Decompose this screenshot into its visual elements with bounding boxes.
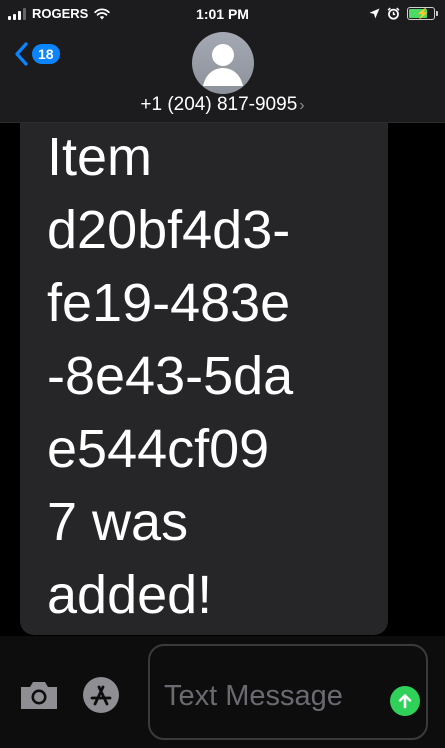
status-bar: ROGERS 1:01 PM ⚡ [0, 0, 445, 30]
location-icon [369, 8, 380, 19]
message-text: Item d20bf4d3- fe19-483e -8e43-5da e544c… [47, 127, 294, 625]
status-right: ⚡ [369, 7, 438, 20]
app-store-button[interactable] [80, 674, 122, 716]
camera-icon [21, 682, 57, 709]
send-arrow-icon [398, 694, 412, 709]
send-button[interactable] [390, 686, 420, 716]
contact-avatar[interactable] [192, 32, 254, 94]
chevron-right-icon: › [299, 97, 305, 114]
camera-button[interactable] [18, 678, 60, 712]
message-input-placeholder: Text Message [164, 680, 343, 712]
conversation-header: 18 +1 (204) 817-9095 › [0, 30, 445, 123]
messages-screen: ROGERS 1:01 PM ⚡ 18 +1 (204) 817-9095 › … [0, 0, 445, 748]
app-store-icon [83, 677, 119, 713]
input-bar: Text Message [0, 636, 445, 748]
contact-number: +1 (204) 817-9095 [140, 94, 298, 115]
unread-badge: 18 [32, 44, 60, 64]
message-list[interactable]: Item d20bf4d3- fe19-483e -8e43-5da e544c… [0, 123, 445, 636]
battery-icon: ⚡ [407, 7, 438, 20]
back-button[interactable]: 18 [14, 42, 60, 66]
alarm-icon [387, 7, 400, 20]
chevron-left-icon [15, 42, 28, 66]
avatar-icon [203, 44, 243, 86]
received-message-bubble[interactable]: Item d20bf4d3- fe19-483e -8e43-5da e544c… [20, 123, 388, 635]
message-input[interactable]: Text Message [148, 644, 428, 740]
contact-name-button[interactable]: +1 (204) 817-9095 › [0, 94, 445, 116]
